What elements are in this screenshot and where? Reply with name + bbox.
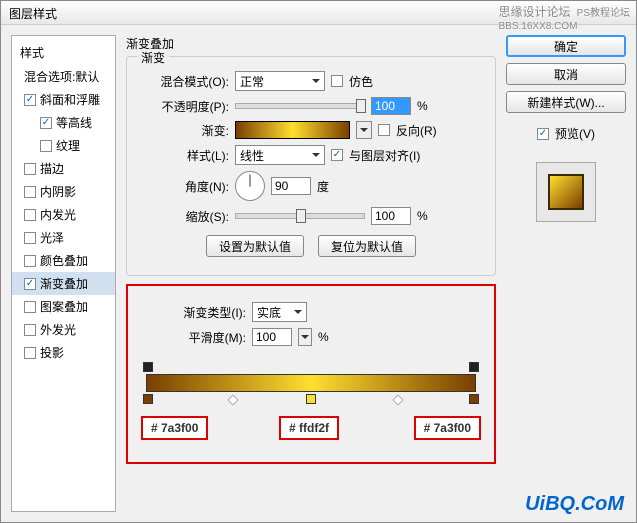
preview-label: 预览(V) [555, 125, 595, 142]
checkbox-icon[interactable] [24, 186, 36, 198]
color-stop-icon[interactable] [143, 394, 153, 404]
preview-checkbox[interactable] [537, 128, 549, 140]
sidebar-item-bevel[interactable]: 斜面和浮雕 [12, 88, 115, 111]
site-logo: UiBQ.CoM [525, 493, 624, 516]
color-hex-tag: # 7a3f00 [414, 416, 481, 440]
gradient-group: 渐变 混合模式(O): 正常 仿色 不透明度(P): 100 % 渐变: [126, 56, 496, 276]
checkbox-icon[interactable] [24, 324, 36, 336]
sidebar-header: 样式 [12, 40, 115, 65]
checkbox-icon[interactable] [40, 117, 52, 129]
styles-sidebar: 样式 混合选项:默认 斜面和浮雕 等高线 纹理 描边 内阴影 内发光 光泽 颜色… [11, 35, 116, 512]
style-label: 样式(L): [139, 147, 229, 164]
grad-type-select[interactable]: 实底 [252, 302, 307, 322]
reverse-checkbox[interactable] [378, 124, 390, 136]
dither-label: 仿色 [349, 73, 373, 90]
gradient-editor-highlight: 渐变类型(I): 实底 平滑度(M): 100 % [126, 284, 496, 464]
sidebar-item-pattern-overlay[interactable]: 图案叠加 [12, 295, 115, 318]
gradient-ramp[interactable] [146, 356, 476, 406]
preview-thumbnail [536, 162, 596, 222]
align-checkbox[interactable] [331, 149, 343, 161]
checkbox-icon[interactable] [24, 255, 36, 267]
angle-input[interactable]: 90 [271, 177, 311, 195]
opacity-stop-icon[interactable] [143, 362, 153, 372]
checkbox-icon[interactable] [24, 163, 36, 175]
reset-default-button[interactable]: 复位为默认值 [318, 235, 416, 257]
scale-label: 缩放(S): [139, 208, 229, 225]
sidebar-item-inner-glow[interactable]: 内发光 [12, 203, 115, 226]
checkbox-icon[interactable] [40, 140, 52, 152]
gradient-label: 渐变: [139, 122, 229, 139]
sidebar-blend-options[interactable]: 混合选项:默认 [12, 65, 115, 88]
ok-button[interactable]: 确定 [506, 35, 626, 57]
new-style-button[interactable]: 新建样式(W)... [506, 91, 626, 113]
chevron-right-icon[interactable] [298, 328, 312, 346]
color-hex-tag: # ffdf2f [279, 416, 339, 440]
sidebar-item-inner-shadow[interactable]: 内阴影 [12, 180, 115, 203]
midpoint-icon[interactable] [392, 394, 403, 405]
sidebar-item-gradient-overlay[interactable]: 渐变叠加 [12, 272, 115, 295]
group-legend: 渐变 [137, 49, 169, 66]
gradient-bar[interactable] [146, 374, 476, 392]
checkbox-icon[interactable] [24, 278, 36, 290]
reverse-label: 反向(R) [396, 122, 437, 139]
watermark-text: 思缘设计论坛 PS教程论坛 BBS.16XX8.COM [499, 3, 630, 32]
angle-unit: 度 [317, 178, 329, 195]
main-panel: 渐变叠加 渐变 混合模式(O): 正常 仿色 不透明度(P): 100 % 渐变… [126, 35, 496, 512]
checkbox-icon[interactable] [24, 232, 36, 244]
opacity-stop-icon[interactable] [469, 362, 479, 372]
color-stop-icon[interactable] [469, 394, 479, 404]
pct-label: % [417, 99, 428, 113]
checkbox-icon[interactable] [24, 347, 36, 359]
checkbox-icon[interactable] [24, 94, 36, 106]
midpoint-icon[interactable] [227, 394, 238, 405]
scale-input[interactable]: 100 [371, 207, 411, 225]
sidebar-item-satin[interactable]: 光泽 [12, 226, 115, 249]
opacity-label: 不透明度(P): [139, 98, 229, 115]
sidebar-item-drop-shadow[interactable]: 投影 [12, 341, 115, 364]
blend-mode-label: 混合模式(O): [139, 73, 229, 90]
color-hex-tag: # 7a3f00 [141, 416, 208, 440]
sidebar-item-color-overlay[interactable]: 颜色叠加 [12, 249, 115, 272]
gradient-swatch[interactable] [235, 121, 350, 139]
cancel-button[interactable]: 取消 [506, 63, 626, 85]
set-default-button[interactable]: 设置为默认值 [206, 235, 304, 257]
blend-mode-select[interactable]: 正常 [235, 71, 325, 91]
smooth-input[interactable]: 100 [252, 328, 292, 346]
style-select[interactable]: 线性 [235, 145, 325, 165]
opacity-slider[interactable] [235, 103, 365, 109]
pct-label: % [417, 209, 428, 223]
opacity-input[interactable]: 100 [371, 97, 411, 115]
checkbox-icon[interactable] [24, 209, 36, 221]
right-column: 确定 取消 新建样式(W)... 预览(V) [506, 35, 626, 512]
dither-checkbox[interactable] [331, 75, 343, 87]
panel-title: 渐变叠加 [126, 35, 496, 52]
sidebar-item-outer-glow[interactable]: 外发光 [12, 318, 115, 341]
checkbox-icon[interactable] [24, 301, 36, 313]
grad-type-label: 渐变类型(I): [146, 304, 246, 321]
angle-label: 角度(N): [139, 178, 229, 195]
gradient-dropdown-icon[interactable] [356, 121, 372, 139]
sidebar-item-stroke[interactable]: 描边 [12, 157, 115, 180]
scale-slider[interactable] [235, 213, 365, 219]
align-label: 与图层对齐(I) [349, 147, 420, 164]
pct-label: % [318, 330, 329, 344]
smooth-label: 平滑度(M): [146, 329, 246, 346]
sidebar-item-texture[interactable]: 纹理 [12, 134, 115, 157]
dialog-title: 图层样式 [9, 7, 57, 21]
angle-dial[interactable] [235, 171, 265, 201]
sidebar-item-contour[interactable]: 等高线 [12, 111, 115, 134]
color-stop-icon[interactable] [306, 394, 316, 404]
